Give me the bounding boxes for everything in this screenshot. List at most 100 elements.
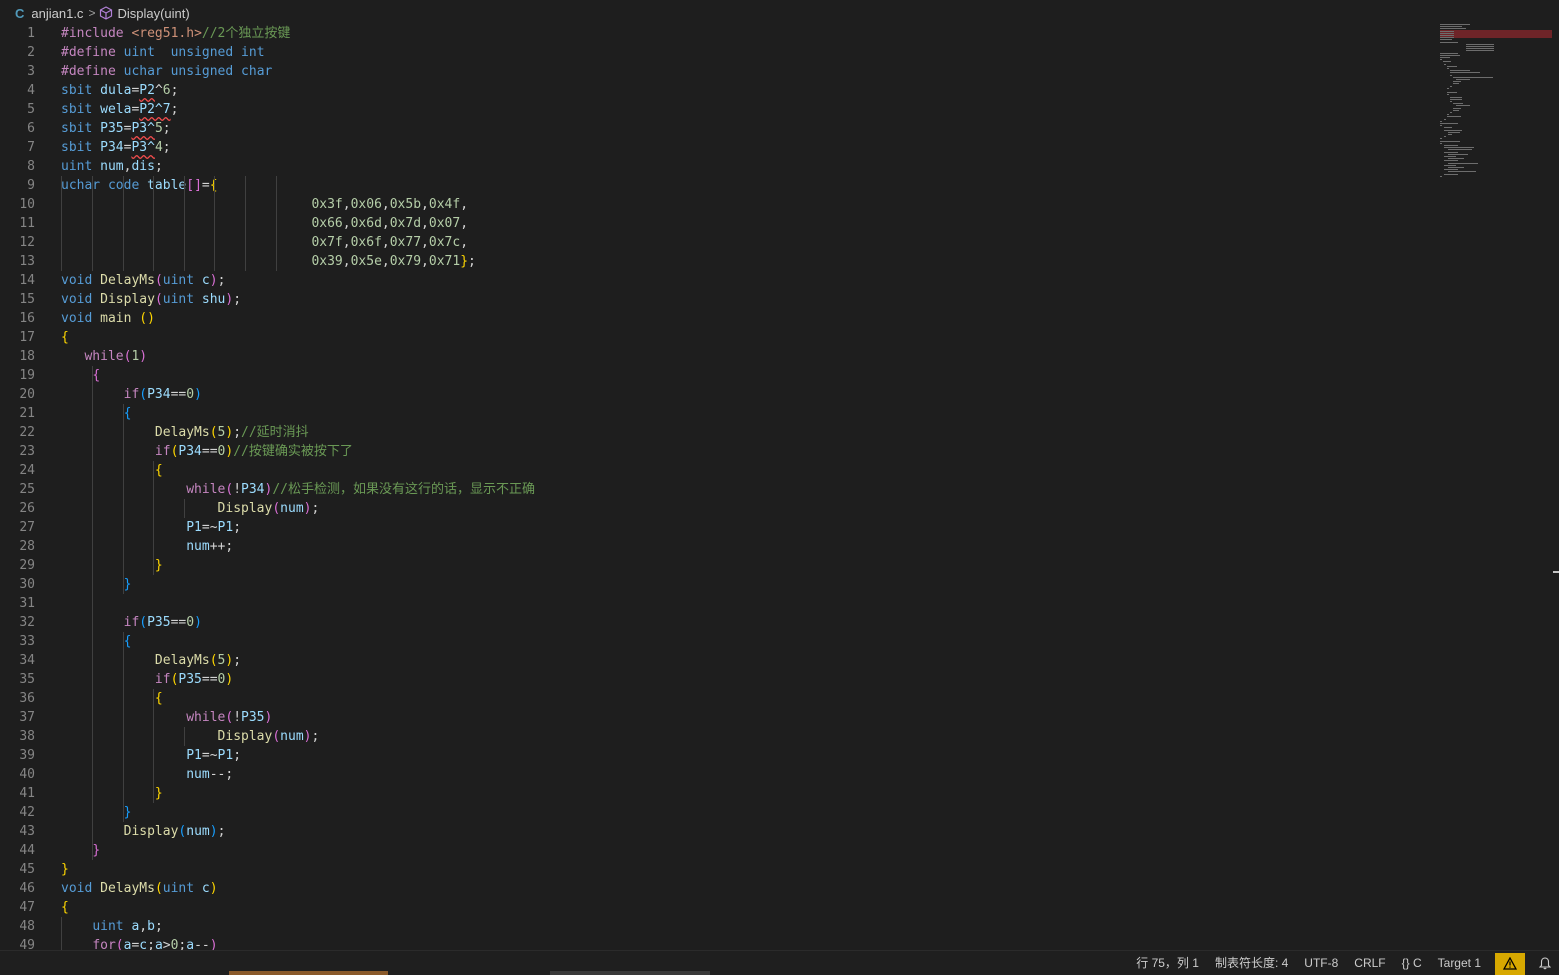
code-line[interactable]: 46 void DelayMs(uint c) — [0, 879, 1430, 898]
cursor-position[interactable]: 行 75，列 1 — [1128, 951, 1207, 975]
code-text: while(!P34)//松手检测，如果没有这行的话，显示不正确 — [186, 482, 535, 497]
line-number: 24 — [19, 463, 35, 478]
bell-icon[interactable] — [1531, 951, 1559, 975]
line-number: 42 — [19, 805, 35, 820]
minimap-line — [1466, 43, 1494, 45]
code-line[interactable]: 16 void main () — [0, 309, 1430, 328]
line-number: 23 — [19, 444, 35, 459]
code-text: if(P34==0)//按键确实被按下了 — [154, 444, 353, 459]
minimap-line — [1440, 120, 1442, 122]
code-line[interactable]: 44 } — [0, 841, 1430, 860]
code-line[interactable]: 29 } — [0, 556, 1430, 575]
code-text: #define uchar unsigned char — [61, 64, 273, 79]
code-line[interactable]: 35 if(P35==0) — [0, 670, 1430, 689]
line-number: 28 — [19, 539, 35, 554]
code-line[interactable]: 24 { — [0, 461, 1430, 480]
code-line[interactable]: 23 if(P34==0)//按键确实被按下了 — [0, 442, 1430, 461]
horizontal-scroll-indicator — [229, 971, 388, 975]
code-text: sbit P34=P3^4; — [61, 140, 171, 155]
indent-guide — [61, 176, 62, 271]
code-line[interactable]: 17 { — [0, 328, 1430, 347]
code-line[interactable]: 38 Display(num); — [0, 727, 1430, 746]
build-target[interactable]: Target 1 — [1430, 951, 1489, 975]
code-line[interactable]: 5 sbit wela=P2^7; — [0, 100, 1430, 119]
code-line[interactable]: 40 num--; — [0, 765, 1430, 784]
code-line[interactable]: 1 #include <reg51.h>//2个独立按键 — [0, 24, 1430, 43]
indent-guide — [214, 176, 215, 271]
minimap-line — [1466, 50, 1494, 52]
code-line[interactable]: 7 sbit P34=P3^4; — [0, 138, 1430, 157]
code-line[interactable]: 33 { — [0, 632, 1430, 651]
code-line[interactable]: 34 DelayMs(5); — [0, 651, 1430, 670]
minimap-line — [1444, 136, 1446, 138]
minimap-line — [1440, 138, 1442, 140]
tab-size[interactable]: 制表符长度: 4 — [1207, 951, 1296, 975]
code-line[interactable]: 25 while(!P34)//松手检测，如果没有这行的话，显示不正确 — [0, 480, 1430, 499]
minimap-line — [1450, 101, 1452, 102]
code-line[interactable]: 2 #define uint unsigned int — [0, 43, 1430, 62]
code-text: if(P35==0) — [123, 615, 202, 630]
indent-guide — [184, 176, 185, 271]
minimap-line — [1450, 112, 1452, 113]
code-line[interactable]: 4 sbit dula=P2^6; — [0, 81, 1430, 100]
minimap-line — [1448, 167, 1464, 168]
code-line[interactable]: 15 void Display(uint shu); — [0, 290, 1430, 309]
horizontal-scrollbar-thumb[interactable] — [550, 971, 710, 975]
code-line[interactable]: 37 while(!P35) — [0, 708, 1430, 727]
minimap-line — [1440, 123, 1458, 124]
line-number: 16 — [19, 311, 35, 326]
code-line[interactable]: 30 } — [0, 575, 1430, 594]
minimap[interactable] — [1436, 24, 1553, 184]
indent-guide — [123, 632, 124, 822]
code-line[interactable]: 27 P1=~P1; — [0, 518, 1430, 537]
minimap-line — [1448, 131, 1460, 133]
line-number: 47 — [19, 900, 35, 915]
minimap-line — [1440, 39, 1452, 41]
code-line[interactable]: 28 num++; — [0, 537, 1430, 556]
code-text: } — [61, 862, 69, 877]
code-line[interactable]: 6 sbit P35=P3^5; — [0, 119, 1430, 138]
code-line[interactable]: 20 if(P34==0) — [0, 385, 1430, 404]
line-ending[interactable]: CRLF — [1346, 951, 1393, 975]
breadcrumb: C anjian1.c > Display(uint) — [0, 0, 1420, 26]
code-line[interactable]: 26 Display(num); — [0, 499, 1430, 518]
warning-icon[interactable] — [1495, 952, 1525, 975]
code-line[interactable]: 36 { — [0, 689, 1430, 708]
code-editor[interactable]: 1 #include <reg51.h>//2个独立按键 2 #define uint… — [0, 24, 1430, 950]
code-text: P1=~P1; — [186, 520, 242, 535]
code-line[interactable]: 19 { — [0, 366, 1430, 385]
code-line[interactable]: 21 { — [0, 404, 1430, 423]
minimap-line — [1440, 24, 1470, 25]
code-line[interactable]: 48 uint a,b; — [0, 917, 1430, 936]
code-line[interactable]: 43 Display(num); — [0, 822, 1430, 841]
code-text: } — [154, 558, 163, 573]
language-mode[interactable]: {} C — [1394, 951, 1430, 975]
encoding[interactable]: UTF-8 — [1296, 951, 1346, 975]
code-line[interactable]: 42 } — [0, 803, 1430, 822]
minimap-line — [1456, 79, 1470, 80]
code-line[interactable]: 39 P1=~P1; — [0, 746, 1430, 765]
code-line[interactable]: 31 — [0, 594, 1430, 613]
minimap-line — [1444, 118, 1446, 120]
code-line[interactable]: 49 for(a=c;a>0;a--) — [0, 936, 1430, 950]
line-number: 17 — [19, 330, 35, 345]
code-line[interactable]: 14 void DelayMs(uint c); — [0, 271, 1430, 290]
line-number: 36 — [19, 691, 35, 706]
code-line[interactable]: 47 { — [0, 898, 1430, 917]
minimap-line — [1440, 26, 1462, 28]
minimap-line — [1448, 149, 1472, 151]
code-line[interactable]: 45} — [0, 860, 1430, 879]
code-line[interactable]: 22 DelayMs(5);//延时消抖 — [0, 423, 1430, 442]
minimap-line — [1447, 114, 1449, 116]
chevron-right-icon: > — [88, 6, 96, 20]
line-number: 30 — [19, 577, 35, 592]
code-line[interactable]: 3 #define uchar unsigned char — [0, 62, 1430, 81]
breadcrumb-file[interactable]: C anjian1.c — [0, 6, 83, 21]
code-text: uint num,dis; — [61, 159, 163, 174]
line-number: 8 — [27, 159, 35, 174]
code-line[interactable]: 41 } — [0, 784, 1430, 803]
code-line[interactable]: 32 if(P35==0) — [0, 613, 1430, 632]
code-line[interactable]: 18 while(1) — [0, 347, 1430, 366]
code-line[interactable]: 8 uint num,dis; — [0, 157, 1430, 176]
breadcrumb-symbol[interactable]: Display(uint) — [99, 6, 190, 21]
